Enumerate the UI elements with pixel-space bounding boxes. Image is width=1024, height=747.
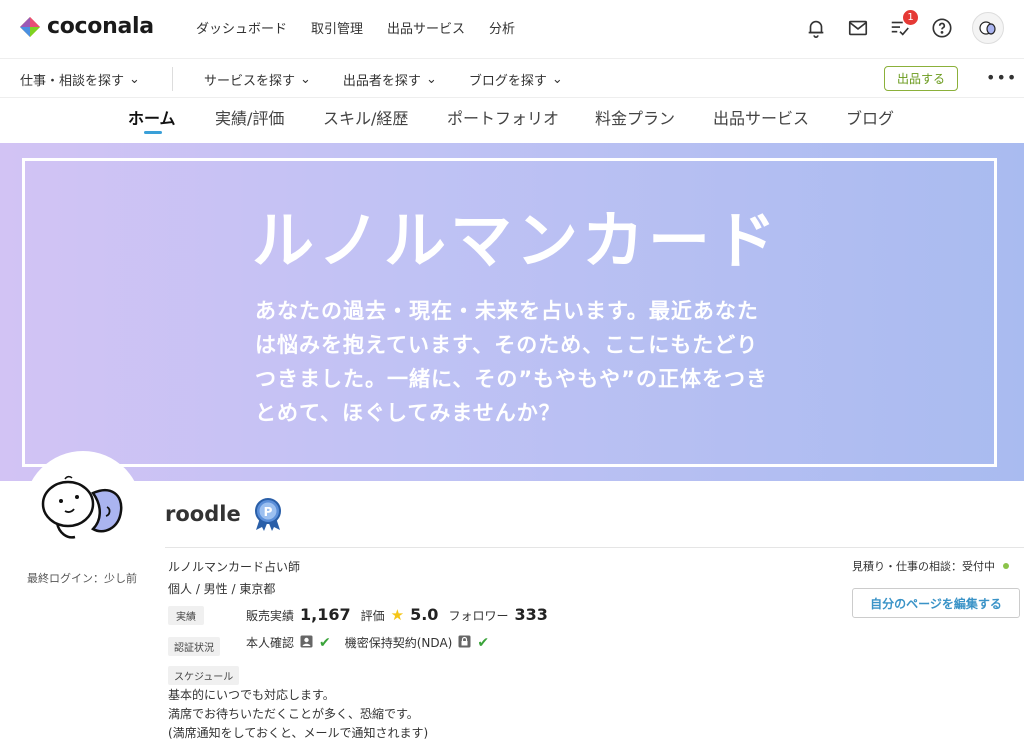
tab-pricing[interactable]: 料金プラン xyxy=(595,105,675,129)
sales-value: 1,167 xyxy=(300,605,351,624)
verify-row: 認証状況 xyxy=(168,636,220,656)
profile-personal-info: 個人 / 男性 / 東京都 xyxy=(168,582,276,596)
verification-status: 本人確認 ✔ 機密保持契約(NDA) ✔ xyxy=(246,634,489,651)
rating-value: 5.0 xyxy=(410,605,439,624)
tab-skills[interactable]: スキル/経歴 xyxy=(323,105,408,129)
sales-label: 販売実績 xyxy=(246,609,295,623)
tab-portfolio[interactable]: ポートフォリオ xyxy=(447,105,559,129)
rating-label: 評価 xyxy=(360,609,385,623)
search-sellers-menu[interactable]: 出品者を探す ⌄ xyxy=(343,70,437,89)
profile-avatar xyxy=(24,451,142,569)
stats: 販売実績 1,167 評価 ★ 5.0 フォロワー 333 xyxy=(246,605,548,624)
star-icon: ★ xyxy=(390,606,405,624)
lock-icon xyxy=(458,635,471,651)
schedule-text: 基本的にいつでも対応します。 満席でお待ちいただくことが多く、恐縮です。 (満席… xyxy=(168,686,428,743)
coconala-logo[interactable]: coconala xyxy=(18,14,154,39)
profile-role: ルノルマンカード占い師 xyxy=(168,560,301,574)
sell-button[interactable]: 出品する xyxy=(884,66,958,91)
mail-icon[interactable] xyxy=(846,16,870,40)
check-icon: ✔ xyxy=(477,634,490,651)
banner-title: ルノルマンカード xyxy=(252,204,781,277)
search-services-menu[interactable]: サービスを探す ⌄ xyxy=(204,70,311,89)
notification-badge: 1 xyxy=(903,10,918,25)
schedule-row: スケジュール xyxy=(168,665,240,685)
id-card-icon xyxy=(300,635,313,651)
more-menu-icon[interactable]: ••• xyxy=(986,68,1017,87)
platinum-rank-icon: P xyxy=(250,496,286,532)
help-icon[interactable] xyxy=(930,16,954,40)
profile-tabs: ホーム 実績/評価 スキル/経歴 ポートフォリオ 料金プラン 出品サービス ブロ… xyxy=(0,98,1024,142)
todo-icon[interactable]: 1 xyxy=(888,10,918,40)
top-icons: 1 xyxy=(804,10,1004,44)
sub-nav: 仕事・相談を探す ⌄ サービスを探す ⌄ 出品者を探す ⌄ ブログを探す ⌄ xyxy=(0,58,1024,98)
logo-text: coconala xyxy=(47,14,154,39)
consult-status-label: 見積り・仕事の相談：受付中 xyxy=(852,560,995,573)
tab-blog[interactable]: ブログ xyxy=(846,105,894,129)
find-work-menu[interactable]: 仕事・相談を探す ⌄ xyxy=(20,70,140,89)
search-blogs-label: ブログを探す xyxy=(468,74,547,89)
logo-mark-icon xyxy=(20,16,40,37)
nav-transactions[interactable]: 取引管理 xyxy=(311,18,363,37)
subnav-divider xyxy=(172,67,173,91)
status-dot xyxy=(1003,563,1009,569)
schedule-line: 満席でお待ちいただくことが多く、恐縮です。 xyxy=(168,707,419,721)
top-header: coconala ダッシュボード 取引管理 出品サービス 分析 1 xyxy=(0,0,1024,56)
nda-label: 機密保持契約(NDA) xyxy=(344,636,453,650)
identity-label: 本人確認 xyxy=(246,636,295,650)
nav-listings[interactable]: 出品サービス xyxy=(387,18,465,37)
edit-profile-button[interactable]: 自分のページを編集する xyxy=(852,588,1020,618)
top-nav: ダッシュボード 取引管理 出品サービス 分析 xyxy=(196,18,515,37)
followers-label: フォロワー xyxy=(448,609,509,623)
stats-tag: 実績 xyxy=(168,606,204,625)
search-services-label: サービスを探す xyxy=(204,74,296,89)
bell-icon[interactable] xyxy=(804,16,828,40)
search-menus: サービスを探す ⌄ 出品者を探す ⌄ ブログを探す ⌄ xyxy=(204,70,563,89)
banner-text: あなたの過去・現在・未来を占います。最近あなたは悩みを抱えています、そのため、こ… xyxy=(255,299,768,425)
profile-name: roodle xyxy=(165,502,241,526)
consult-status: 見積り・仕事の相談：受付中 xyxy=(852,558,1009,574)
active-tab-indicator xyxy=(144,131,162,134)
chevron-down-icon: ⌄ xyxy=(129,72,140,87)
chevron-down-icon: ⌄ xyxy=(551,72,563,87)
verify-tag: 認証状況 xyxy=(168,637,220,656)
user-avatar[interactable] xyxy=(972,12,1004,44)
tab-home[interactable]: ホーム xyxy=(128,105,176,129)
check-icon: ✔ xyxy=(319,634,331,651)
search-blogs-menu[interactable]: ブログを探す ⌄ xyxy=(469,70,563,89)
nav-analytics[interactable]: 分析 xyxy=(489,18,515,37)
schedule-line: (満席通知をしておくと、メールで通知されます) xyxy=(168,726,429,740)
followers-value: 333 xyxy=(514,605,548,624)
last-login: 最終ログイン：少し前 xyxy=(27,572,137,585)
profile-divider xyxy=(165,547,1024,548)
schedule-tag: スケジュール xyxy=(168,666,240,685)
tab-services[interactable]: 出品サービス xyxy=(713,105,809,129)
search-sellers-label: 出品者を探す xyxy=(342,74,421,89)
tab-results[interactable]: 実績/評価 xyxy=(215,105,284,129)
find-work-label: 仕事・相談を探す xyxy=(20,74,125,89)
chevron-down-icon: ⌄ xyxy=(425,72,437,87)
nav-dashboard[interactable]: ダッシュボード xyxy=(196,18,287,37)
chevron-down-icon: ⌄ xyxy=(300,72,311,87)
stats-row: 実績 xyxy=(168,606,204,625)
schedule-line: 基本的にいつでも対応します。 xyxy=(168,688,335,702)
character-illustration xyxy=(41,475,123,539)
svg-text:P: P xyxy=(264,505,273,519)
